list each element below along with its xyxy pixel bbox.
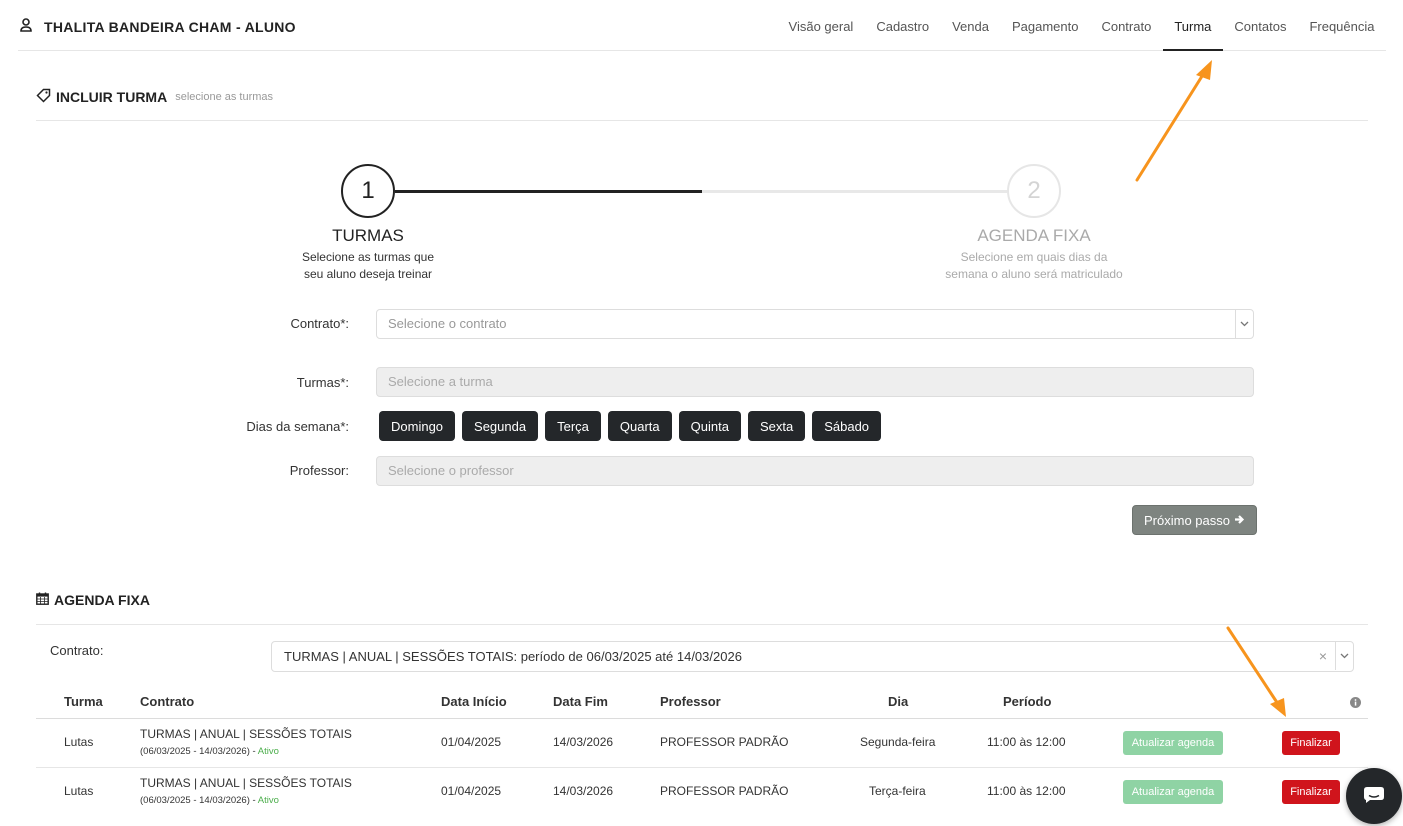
professor-placeholder: Selecione o professor <box>388 463 514 478</box>
user-icon <box>20 17 32 36</box>
professor-label: Professor: <box>289 463 349 478</box>
day-sabado-button[interactable]: Sábado <box>812 411 882 441</box>
turmas-placeholder: Selecione a turma <box>388 374 493 389</box>
agenda-contract-select[interactable]: TURMAS | ANUAL | SESSÕES TOTAIS: período… <box>271 641 1354 672</box>
dias-label: Dias da semana*: <box>246 419 349 434</box>
include-turma-title: INCLUIR TURMA <box>56 89 168 105</box>
tab-turma[interactable]: Turma <box>1162 0 1223 51</box>
day-quarta-button[interactable]: Quarta <box>607 411 672 441</box>
divider <box>36 624 1368 625</box>
day-sexta-button[interactable]: Sexta <box>747 411 806 441</box>
stepper-pending-line <box>702 190 1007 193</box>
col-professor: Professor <box>660 694 721 709</box>
row-contrato: TURMAS | ANUAL | SESSÕES TOTAIS <box>140 727 352 741</box>
step-2-title: AGENDA FIXA <box>977 226 1091 245</box>
tab-visao-geral[interactable]: Visão geral <box>777 0 865 51</box>
tab-contrato[interactable]: Contrato <box>1090 0 1163 51</box>
next-step-label: Próximo passo <box>1144 512 1230 528</box>
professor-select[interactable]: Selecione o professor <box>376 456 1254 486</box>
row-professor: PROFESSOR PADRÃO <box>660 735 789 749</box>
agenda-fixa-heading: AGENDA FIXA <box>36 592 150 608</box>
tab-contatos[interactable]: Contatos <box>1223 0 1298 51</box>
step-2-circle: 2 <box>1007 164 1061 218</box>
agenda-fixa-title: AGENDA FIXA <box>54 592 150 608</box>
status-badge: Ativo <box>257 795 279 806</box>
include-turma-heading: INCLUIR TURMA selecione as turmas <box>36 88 273 106</box>
turmas-select[interactable]: Selecione a turma <box>376 367 1254 397</box>
step-1-desc-line2: seu aluno deseja treinar <box>303 267 433 281</box>
tag-icon <box>36 88 51 106</box>
row-data-inicio: 01/04/2025 <box>441 735 502 749</box>
row-professor: PROFESSOR PADRÃO <box>660 784 789 798</box>
agenda-contract-value: TURMAS | ANUAL | SESSÕES TOTAIS: período… <box>284 649 742 664</box>
info-icon[interactable] <box>1350 696 1361 711</box>
next-step-button[interactable]: Próximo passo <box>1132 505 1257 535</box>
row-periodo: 11:00 às 12:00 <box>987 784 1066 798</box>
row-divider <box>36 767 1368 768</box>
row-turma: Lutas <box>64 735 94 749</box>
day-segunda-button[interactable]: Segunda <box>462 411 539 441</box>
contrato-label: Contrato*: <box>290 316 349 331</box>
chat-icon <box>1363 786 1385 807</box>
finish-button[interactable]: Finalizar <box>1282 731 1340 755</box>
row-contrato: TURMAS | ANUAL | SESSÕES TOTAIS <box>140 776 352 790</box>
top-bar: THALITA BANDEIRA CHAM - ALUNO Visão gera… <box>18 0 1386 51</box>
row-contrato-periodo: (06/03/2025 - 14/03/2026) - Ativo <box>140 795 279 806</box>
row-turma: Lutas <box>64 784 94 798</box>
agenda-contract-label: Contrato: <box>50 643 104 658</box>
calendar-icon <box>36 592 49 608</box>
row-periodo: 11:00 às 12:00 <box>987 735 1066 749</box>
col-turma: Turma <box>64 694 103 709</box>
chevron-down-icon <box>1335 642 1353 670</box>
tab-pagamento[interactable]: Pagamento <box>1000 0 1090 51</box>
col-periodo: Período <box>1003 694 1052 709</box>
col-dia: Dia <box>888 694 909 709</box>
day-terca-button[interactable]: Terça <box>545 411 601 441</box>
status-badge: Ativo <box>257 746 279 757</box>
step-2-desc-line2: semana o aluno será matriculado <box>945 267 1123 281</box>
step-1-circle: 1 <box>341 164 395 218</box>
col-data-inicio: Data Início <box>441 694 507 709</box>
row-data-fim: 14/03/2026 <box>553 735 614 749</box>
turmas-label: Turmas*: <box>296 375 349 390</box>
tab-frequencia[interactable]: Frequência <box>1298 0 1386 51</box>
tab-cadastro[interactable]: Cadastro <box>865 0 941 51</box>
step-2-desc-line1: Selecione em quais dias da <box>960 250 1108 264</box>
update-agenda-button[interactable]: Atualizar agenda <box>1123 780 1223 804</box>
row-data-fim: 14/03/2026 <box>553 784 614 798</box>
student-name: THALITA BANDEIRA CHAM - ALUNO <box>44 18 296 35</box>
include-turma-subtitle: selecione as turmas <box>175 91 274 103</box>
col-data-fim: Data Fim <box>553 694 608 709</box>
student-header: THALITA BANDEIRA CHAM - ALUNO <box>20 17 296 36</box>
row-dia: Segunda-feira <box>860 735 936 749</box>
chevron-down-icon <box>1235 310 1253 338</box>
step-1-desc-line1: Selecione as turmas que <box>301 250 435 264</box>
contrato-placeholder: Selecione o contrato <box>388 316 507 331</box>
stepper-progress-line <box>395 190 702 193</box>
profile-tabs: Visão geral Cadastro Venda Pagamento Con… <box>777 0 1386 51</box>
table-header-divider <box>36 718 1368 719</box>
step-1-title: TURMAS <box>332 226 404 245</box>
contrato-select[interactable]: Selecione o contrato <box>376 309 1254 339</box>
tab-venda[interactable]: Venda <box>941 0 1001 51</box>
row-data-inicio: 01/04/2025 <box>441 784 502 798</box>
update-agenda-button[interactable]: Atualizar agenda <box>1123 731 1223 755</box>
row-contrato-periodo: (06/03/2025 - 14/03/2026) - Ativo <box>140 746 279 757</box>
chat-button[interactable] <box>1346 768 1402 824</box>
col-contrato: Contrato <box>140 694 195 709</box>
divider <box>36 120 1368 121</box>
finish-button[interactable]: Finalizar <box>1282 780 1340 804</box>
weekday-buttons: Domingo Segunda Terça Quarta Quinta Sext… <box>379 411 882 441</box>
arrow-right-icon <box>1234 513 1245 528</box>
day-domingo-button[interactable]: Domingo <box>379 411 456 441</box>
row-dia: Terça-feira <box>869 784 926 798</box>
day-quinta-button[interactable]: Quinta <box>678 411 741 441</box>
clear-icon[interactable]: × <box>1319 642 1327 671</box>
